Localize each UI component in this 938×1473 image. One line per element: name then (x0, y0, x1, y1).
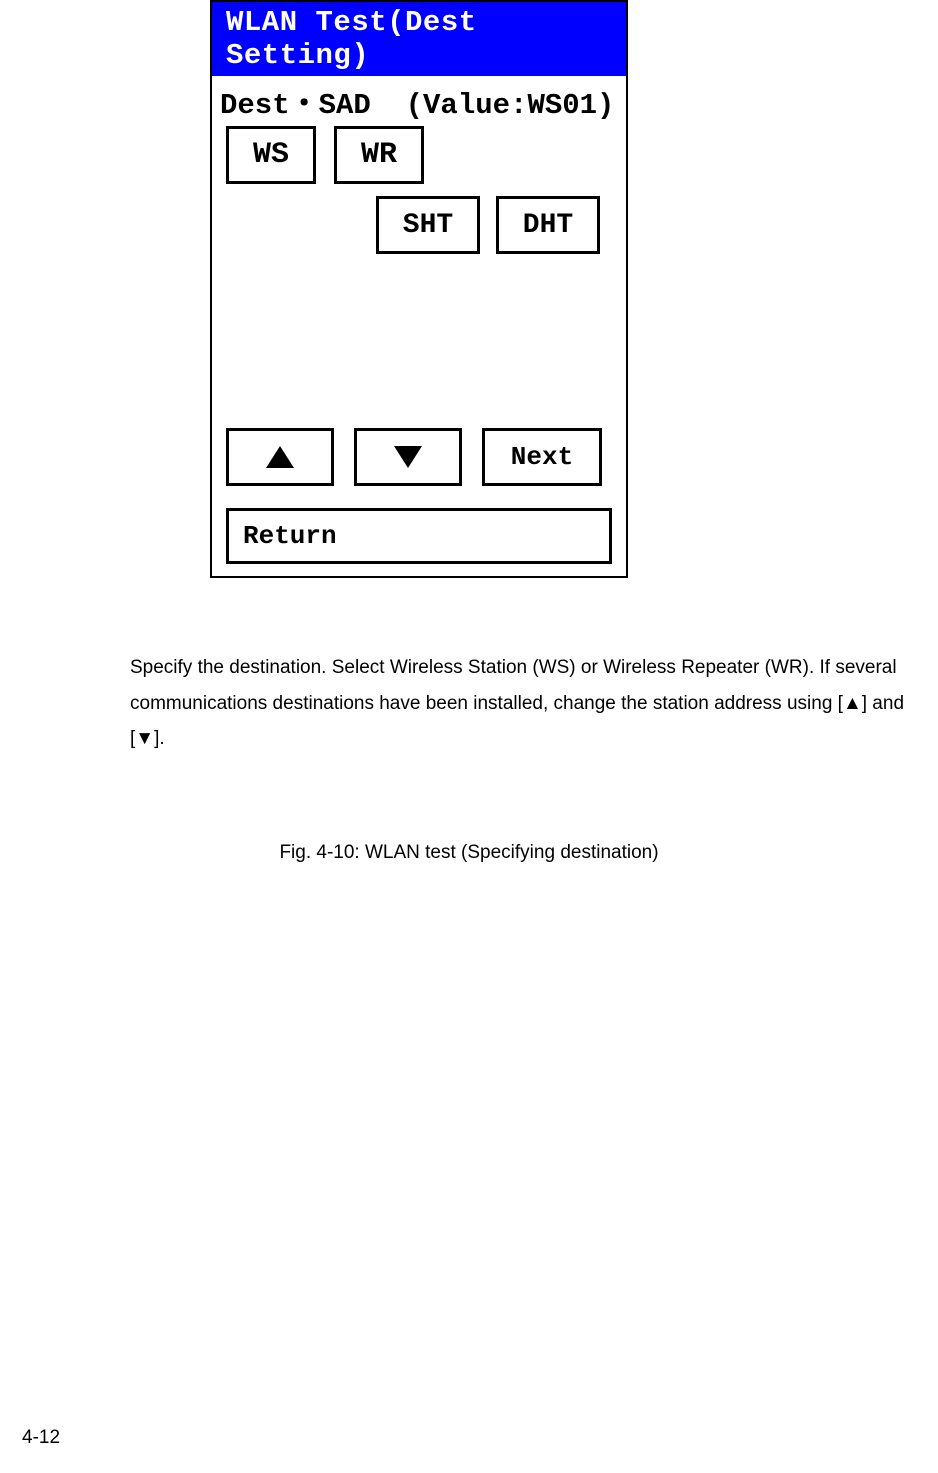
dest-value-line: Dest・SAD (Value:WS01) (212, 76, 626, 124)
title-bar: WLAN Test(Dest Setting) (212, 2, 626, 76)
nav-button-row: Next (212, 258, 626, 490)
figure-caption: Fig. 4-10: WLAN test (Specifying destina… (0, 842, 938, 864)
page: WLAN Test(Dest Setting) Dest・SAD (Value:… (0, 0, 938, 1473)
return-button[interactable]: Return (226, 508, 612, 564)
type-button-row: WS WR (212, 124, 626, 188)
sht-button[interactable]: SHT (376, 196, 480, 254)
wr-button[interactable]: WR (334, 126, 424, 184)
page-number: 4-12 (22, 1427, 60, 1449)
dht-button[interactable]: DHT (496, 196, 600, 254)
instruction-text: Specify the destination. Select Wireless… (130, 650, 920, 757)
down-arrow-button[interactable] (354, 428, 462, 486)
up-arrow-button[interactable] (226, 428, 334, 486)
ws-button[interactable]: WS (226, 126, 316, 184)
wlan-panel: WLAN Test(Dest Setting) Dest・SAD (Value:… (210, 0, 628, 578)
next-button[interactable]: Next (482, 428, 602, 486)
mid-button-row: SHT DHT (212, 188, 626, 258)
